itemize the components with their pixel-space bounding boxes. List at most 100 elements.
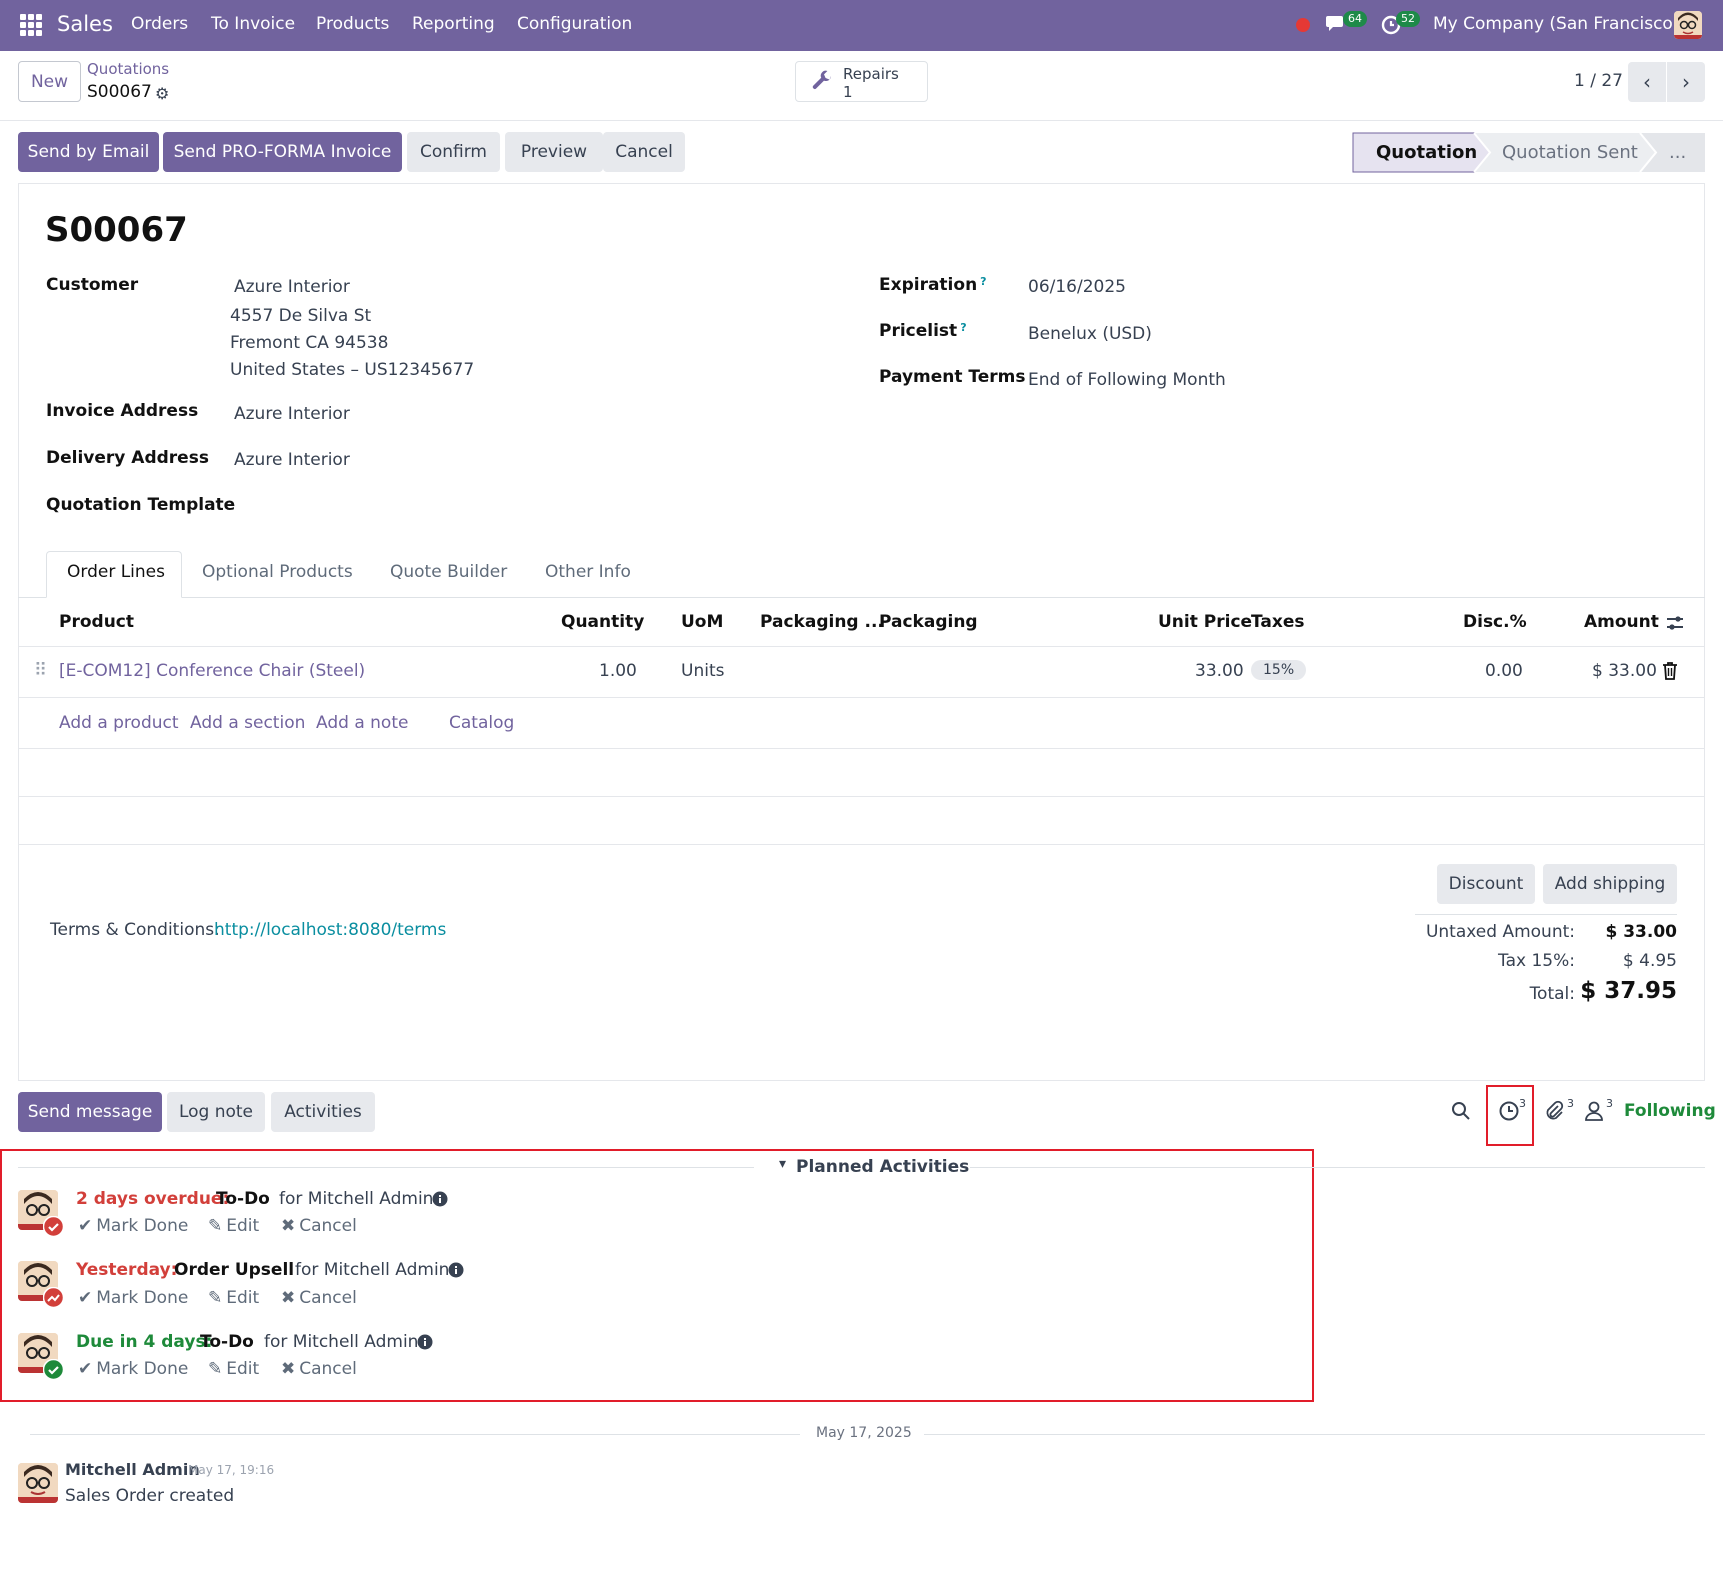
help-tooltip-icon[interactable]: ?	[980, 275, 986, 288]
total-value: $ 37.95	[1580, 978, 1677, 1004]
help-tooltip-icon[interactable]: ?	[960, 321, 966, 334]
preview-button[interactable]: Preview	[505, 132, 603, 172]
avatar[interactable]	[18, 1463, 58, 1503]
info-icon[interactable]	[417, 1334, 433, 1350]
order-line-product[interactable]: [E-COM12] Conference Chair (Steel)	[59, 661, 365, 681]
customer-field[interactable]: Azure Interior	[234, 277, 350, 297]
separator-line	[924, 1434, 1705, 1435]
invoice-address-field[interactable]: Azure Interior	[234, 404, 350, 424]
edit-button[interactable]: ✎ Edit	[208, 1216, 259, 1236]
column-header-discount[interactable]: Disc.%	[1463, 612, 1527, 632]
add-shipping-button[interactable]: Add shipping	[1543, 864, 1677, 904]
add-product-link[interactable]: Add a product	[59, 713, 179, 733]
delivery-address-field[interactable]: Azure Interior	[234, 450, 350, 470]
pager-previous-button[interactable]: ‹	[1628, 62, 1666, 102]
send-by-email-button[interactable]: Send by Email	[18, 132, 159, 172]
stage-quotation-sent[interactable]: Quotation Sent	[1502, 132, 1638, 172]
order-line-quantity[interactable]: 1.00	[599, 661, 637, 681]
breadcrumb-quotations[interactable]: Quotations	[87, 60, 169, 78]
pricelist-field[interactable]: Benelux (USD)	[1028, 324, 1152, 344]
check-icon: ✔	[78, 1288, 93, 1308]
menu-to-invoice[interactable]: To Invoice	[211, 14, 295, 34]
tab-other-info[interactable]: Other Info	[545, 562, 631, 582]
column-header-packaging-qty[interactable]: Packaging ...	[760, 612, 884, 632]
cancel-button[interactable]: Cancel	[603, 132, 685, 172]
stage-quotation[interactable]: Quotation	[1376, 132, 1477, 172]
menu-reporting[interactable]: Reporting	[412, 14, 495, 34]
activity-clock-icon[interactable]	[1498, 1100, 1520, 1122]
tab-order-lines-label[interactable]: Order Lines	[67, 562, 165, 582]
close-icon: ✖	[281, 1288, 296, 1308]
quotation-template-field[interactable]	[230, 493, 830, 521]
payment-terms-field[interactable]: End of Following Month	[1028, 370, 1226, 390]
message-author[interactable]: Mitchell Admin	[65, 1460, 200, 1479]
order-line-tax-badge[interactable]: 15%	[1251, 660, 1307, 680]
user-avatar[interactable]	[1674, 11, 1702, 39]
column-header-taxes[interactable]: Taxes	[1251, 612, 1305, 632]
menu-products[interactable]: Products	[316, 14, 389, 34]
drag-handle-icon[interactable]: ⠿	[34, 660, 47, 681]
pencil-icon: ✎	[208, 1359, 223, 1379]
mark-done-button[interactable]: ✔ Mark Done	[78, 1359, 188, 1379]
add-section-link[interactable]: Add a section	[190, 713, 305, 733]
column-header-quantity[interactable]: Quantity	[561, 612, 644, 632]
cancel-activity-button[interactable]: ✖ Cancel	[281, 1359, 357, 1379]
activities-count-badge: 52	[1396, 11, 1420, 27]
app-name[interactable]: Sales	[57, 12, 113, 36]
discount-button[interactable]: Discount	[1437, 864, 1535, 904]
info-icon[interactable]	[448, 1262, 464, 1278]
trash-icon[interactable]	[1662, 662, 1678, 680]
planned-activities-toggle[interactable]: Planned Activities	[796, 1157, 969, 1177]
expiration-field[interactable]: 06/16/2025	[1028, 277, 1126, 297]
column-header-amount[interactable]: Amount	[1584, 612, 1659, 632]
activities-button[interactable]: Activities	[271, 1092, 375, 1132]
tab-quote-builder[interactable]: Quote Builder	[390, 562, 507, 582]
mark-done-button[interactable]: ✔ Mark Done	[78, 1216, 188, 1236]
payment-terms-label: Payment Terms	[879, 367, 1026, 387]
following-button[interactable]: Following	[1624, 1101, 1716, 1121]
paperclip-icon[interactable]	[1543, 1100, 1565, 1122]
pager-value[interactable]: 1 / 27	[1574, 71, 1623, 91]
gear-icon[interactable]: ⚙	[155, 84, 169, 103]
apps-menu-icon[interactable]	[20, 14, 42, 36]
catalog-link[interactable]: Catalog	[449, 713, 514, 733]
menu-orders[interactable]: Orders	[131, 14, 188, 34]
new-button[interactable]: New	[18, 61, 81, 102]
stage-more[interactable]: ...	[1669, 132, 1686, 172]
menu-configuration[interactable]: Configuration	[517, 14, 632, 34]
repairs-smart-button[interactable]: Repairs 1	[795, 61, 928, 102]
top-navbar: Sales Orders To Invoice Products Reporti…	[0, 0, 1723, 51]
send-proforma-button[interactable]: Send PRO-FORMA Invoice	[163, 132, 402, 172]
edit-button[interactable]: ✎ Edit	[208, 1359, 259, 1379]
order-line-unit-price[interactable]: 33.00	[1195, 661, 1244, 681]
add-note-link[interactable]: Add a note	[316, 713, 408, 733]
info-icon[interactable]	[432, 1191, 448, 1207]
log-note-button[interactable]: Log note	[167, 1092, 265, 1132]
trending-up-icon	[43, 1287, 64, 1308]
cancel-activity-button[interactable]: ✖ Cancel	[281, 1288, 357, 1308]
terms-link[interactable]: http://localhost:8080/terms	[214, 920, 446, 940]
edit-button[interactable]: ✎ Edit	[208, 1288, 259, 1308]
column-header-packaging[interactable]: Packaging	[879, 612, 978, 632]
terms-label: Terms & Conditions:	[50, 920, 220, 940]
tab-optional-products[interactable]: Optional Products	[202, 562, 353, 582]
mark-done-button[interactable]: ✔ Mark Done	[78, 1288, 188, 1308]
order-line-uom[interactable]: Units	[681, 661, 724, 681]
order-line-discount[interactable]: 0.00	[1485, 661, 1523, 681]
pager-next-button[interactable]: ›	[1667, 62, 1705, 102]
recording-indicator-icon[interactable]	[1296, 18, 1310, 32]
caret-down-icon[interactable]: ▾	[779, 1156, 786, 1172]
search-icon[interactable]	[1451, 1101, 1471, 1121]
send-message-button[interactable]: Send message	[18, 1092, 162, 1132]
followers-icon[interactable]	[1584, 1100, 1604, 1122]
column-header-uom[interactable]: UoM	[681, 612, 723, 632]
message-timestamp: May 17, 19:16	[188, 1463, 275, 1477]
confirm-button[interactable]: Confirm	[407, 132, 500, 172]
column-header-unit-price[interactable]: Unit Price	[1158, 612, 1252, 632]
column-header-product[interactable]: Product	[59, 612, 134, 632]
activity-type: To-Do	[200, 1332, 254, 1352]
tax-value: $ 4.95	[1622, 951, 1677, 971]
company-switcher[interactable]: My Company (San Francisco)	[1433, 14, 1679, 34]
optional-columns-icon[interactable]	[1665, 613, 1685, 633]
cancel-activity-button[interactable]: ✖ Cancel	[281, 1216, 357, 1236]
